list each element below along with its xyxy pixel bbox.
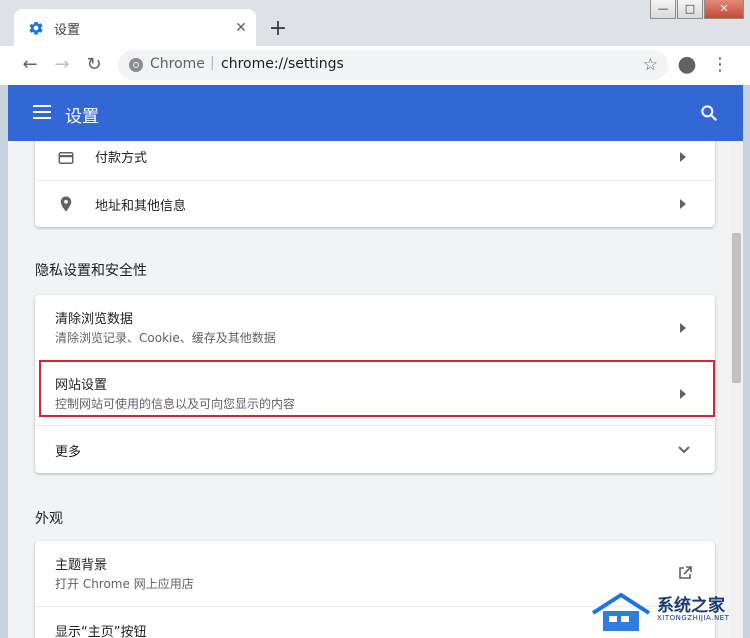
scrollbar[interactable] bbox=[730, 141, 743, 638]
settings-main: 付款方式 地址和其他信息 隐私设置和安全性 清除浏览数据 清除浏览记录、Cook… bbox=[8, 141, 730, 638]
arrow-right-icon bbox=[680, 152, 686, 162]
payment-methods-row[interactable]: 付款方式 bbox=[35, 141, 715, 180]
home-button-label: 显示“主页”按钮 bbox=[55, 625, 147, 638]
minimize-button[interactable]: — bbox=[650, 0, 676, 19]
maximize-button[interactable]: □ bbox=[677, 0, 703, 19]
addresses-label: 地址和其他信息 bbox=[95, 199, 187, 214]
payment-methods-label: 付款方式 bbox=[95, 151, 148, 166]
house-logo-icon bbox=[591, 592, 651, 631]
page-title: 设置 bbox=[65, 107, 99, 127]
appearance-section-title: 外观 bbox=[35, 511, 63, 527]
site-settings-desc: 控制网站可使用的信息以及可向您显示的内容 bbox=[55, 397, 296, 411]
clear-browsing-data-row[interactable]: 清除浏览数据 清除浏览记录、Cookie、缓存及其他数据 bbox=[35, 295, 715, 360]
gear-icon bbox=[29, 21, 43, 35]
settings-header: 设置 bbox=[8, 85, 743, 141]
theme-desc: 打开 Chrome 网上应用店 bbox=[55, 577, 194, 591]
site-settings-row[interactable]: 网站设置 控制网站可使用的信息以及可向您显示的内容 bbox=[35, 360, 715, 425]
arrow-right-icon bbox=[680, 199, 686, 209]
tab-close-icon[interactable]: ✕ bbox=[232, 19, 250, 37]
privacy-card: 清除浏览数据 清除浏览记录、Cookie、缓存及其他数据 网站设置 控制网站可使… bbox=[35, 295, 715, 473]
hamburger-menu-icon[interactable] bbox=[33, 105, 51, 119]
forward-button[interactable]: → bbox=[49, 53, 75, 79]
location-pin-icon bbox=[60, 196, 72, 212]
tab-strip: 设置 ✕ + — □ ✕ bbox=[0, 0, 750, 46]
url-text[interactable]: chrome://settings bbox=[221, 56, 344, 72]
chevron-down-icon bbox=[678, 446, 690, 454]
privacy-section-title: 隐私设置和安全性 bbox=[35, 263, 147, 279]
window-frame-right bbox=[743, 85, 750, 638]
new-tab-button[interactable]: + bbox=[264, 16, 292, 44]
close-window-button[interactable]: ✕ bbox=[704, 0, 744, 19]
address-bar[interactable]: Chrome | chrome://settings ☆ bbox=[118, 50, 668, 80]
watermark-subtitle: XITONGZHIJIA.NET bbox=[657, 614, 730, 622]
watermark: 系统之家 XITONGZHIJIA.NET bbox=[585, 585, 750, 638]
bookmark-star-icon[interactable]: ☆ bbox=[643, 55, 658, 75]
url-separator: | bbox=[210, 55, 215, 71]
theme-label: 主题背景 bbox=[55, 558, 108, 573]
credit-card-icon bbox=[58, 152, 74, 164]
chrome-menu-icon[interactable]: ⋮ bbox=[707, 53, 733, 79]
clear-browsing-data-desc: 清除浏览记录、Cookie、缓存及其他数据 bbox=[55, 331, 276, 345]
addresses-row[interactable]: 地址和其他信息 bbox=[35, 180, 715, 227]
more-privacy-row[interactable]: 更多 bbox=[35, 425, 715, 473]
site-label: Chrome bbox=[150, 56, 205, 72]
arrow-right-icon bbox=[680, 323, 686, 333]
scrollbar-thumb[interactable] bbox=[732, 233, 741, 383]
reload-button[interactable]: ↻ bbox=[81, 53, 107, 79]
site-settings-label: 网站设置 bbox=[55, 378, 108, 393]
watermark-title: 系统之家 bbox=[657, 596, 725, 616]
autofill-card: 付款方式 地址和其他信息 bbox=[35, 141, 715, 227]
tab-settings[interactable]: 设置 ✕ bbox=[14, 9, 256, 46]
chrome-icon bbox=[129, 58, 143, 72]
more-label: 更多 bbox=[55, 445, 82, 460]
browser-toolbar: ← → ↻ Chrome | chrome://settings ☆ ● ⋮ bbox=[0, 46, 750, 85]
external-link-icon bbox=[679, 566, 692, 579]
arrow-right-icon bbox=[680, 389, 686, 399]
profile-avatar-icon[interactable]: ● bbox=[674, 53, 700, 79]
search-icon[interactable] bbox=[699, 103, 719, 123]
back-button[interactable]: ← bbox=[17, 53, 43, 79]
window-controls: — □ ✕ bbox=[649, 0, 744, 20]
tab-title: 设置 bbox=[54, 23, 81, 38]
window-frame-left bbox=[0, 85, 8, 638]
clear-browsing-data-label: 清除浏览数据 bbox=[55, 312, 134, 327]
